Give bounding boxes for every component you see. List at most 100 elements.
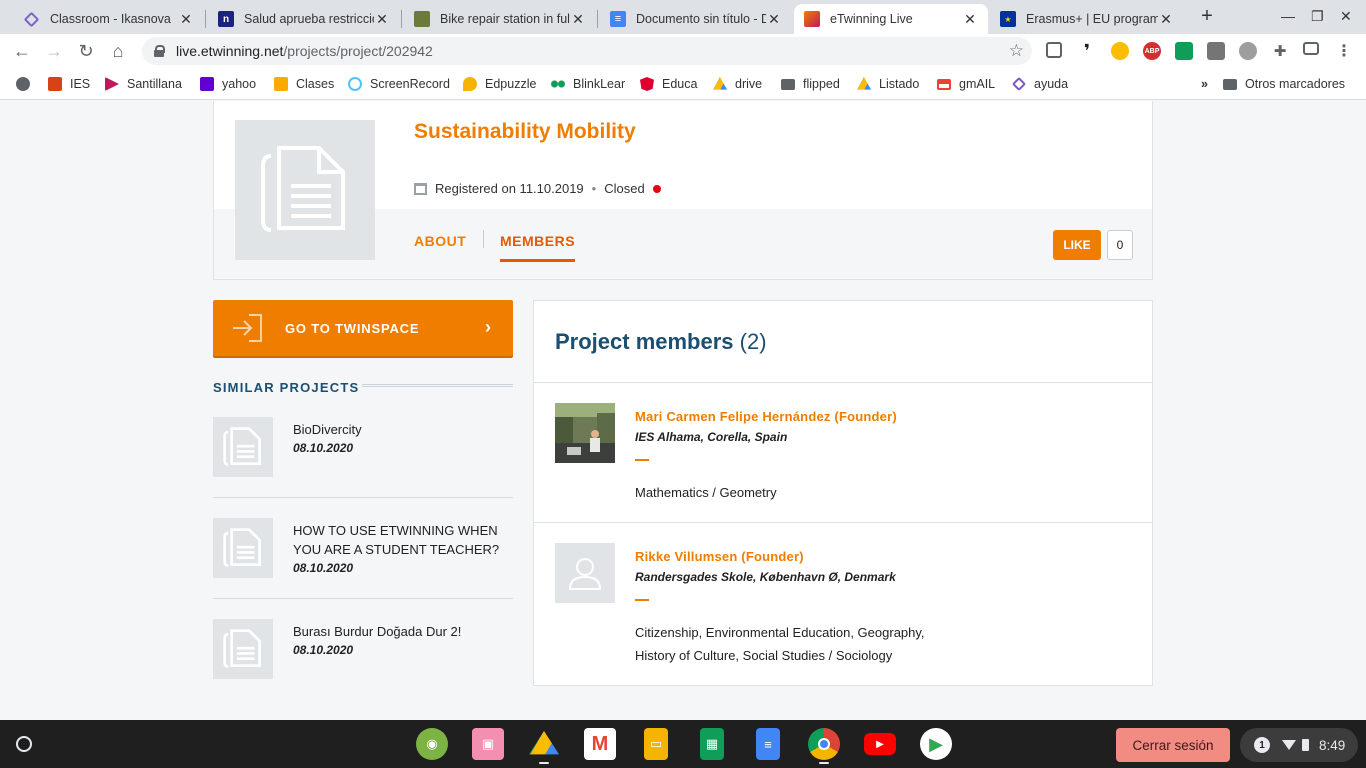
minimize-icon[interactable]: — xyxy=(1281,8,1295,24)
avatar[interactable] xyxy=(555,403,615,463)
new-tab-button[interactable]: + xyxy=(1196,5,1218,27)
bookmark-star-icon[interactable]: ☆ xyxy=(1009,41,1024,61)
similar-project-thumbnail xyxy=(213,417,273,477)
notification-count: 1 xyxy=(1254,737,1270,753)
other-bookmarks-folder[interactable]: Otros marcadores xyxy=(1223,75,1345,93)
address-bar[interactable]: live.etwinning.net/projects/project/2029… xyxy=(142,37,1032,65)
menu-kebab-icon[interactable]: ⋮ xyxy=(1335,42,1353,60)
wifi-icon xyxy=(1282,740,1296,750)
similar-project-name[interactable]: HOW TO USE ETWINNING WHEN YOU ARE A STUD… xyxy=(293,521,503,578)
url-host: live.etwinning.net xyxy=(176,43,284,59)
tab-classroom[interactable]: Classroom - Ikasnova ✕ xyxy=(14,4,204,34)
battery-icon xyxy=(1302,739,1309,751)
forward-icon[interactable]: → xyxy=(43,40,65,62)
similar-project-date: 08.10.2020 xyxy=(293,561,354,575)
like-button[interactable]: LIKE xyxy=(1053,230,1101,260)
tab-title: Erasmus+ | EU programm xyxy=(1026,12,1158,26)
close-icon[interactable]: ✕ xyxy=(570,11,586,28)
similar-project-thumbnail xyxy=(213,619,273,679)
tab-about[interactable]: ABOUT xyxy=(414,233,466,249)
extensions-puzzle-icon[interactable]: ✚ xyxy=(1271,42,1289,60)
chrome-app-icon[interactable] xyxy=(808,728,840,760)
folder-icon xyxy=(1223,78,1237,90)
bookmark-blinklear[interactable]: BlinkLear xyxy=(551,75,625,93)
eye-app-icon[interactable]: ◉ xyxy=(416,728,448,760)
youtube-app-icon[interactable]: ▶ xyxy=(864,733,896,755)
bookmark-clases[interactable]: Clases xyxy=(274,75,334,93)
tab-title: Classroom - Ikasnova xyxy=(50,12,171,26)
dots-icon xyxy=(551,77,565,91)
bookmark-edpuzzle[interactable]: Edpuzzle xyxy=(463,75,536,93)
members-heading: Project members (2) xyxy=(555,329,767,355)
tab-separator xyxy=(401,10,402,28)
member-photo xyxy=(555,403,615,463)
image-icon xyxy=(414,11,430,27)
cast-icon[interactable] xyxy=(1303,42,1319,55)
close-icon[interactable]: ✕ xyxy=(178,11,194,28)
sheets-app-icon[interactable]: ▦ xyxy=(700,728,724,760)
bookmark-screenrecord[interactable]: ScreenRecord xyxy=(348,75,450,93)
similar-project-name[interactable]: Burası Burdur Doğada Dur 2! 08.10.2020 xyxy=(293,622,503,660)
adblock-icon[interactable]: ABP xyxy=(1143,42,1161,60)
close-icon[interactable]: ✕ xyxy=(1158,11,1174,28)
document-icon xyxy=(261,146,345,232)
document-icon xyxy=(223,528,261,567)
close-window-icon[interactable]: ✕ xyxy=(1340,8,1352,25)
close-icon[interactable]: ✕ xyxy=(962,11,978,28)
ies-icon xyxy=(48,77,62,91)
screencast-app-icon[interactable]: ▣ xyxy=(472,728,504,760)
launcher-icon[interactable] xyxy=(16,736,32,752)
similar-project-thumbnail xyxy=(213,518,273,578)
tab-etwinning[interactable]: eTwinning Live ✕ xyxy=(794,4,988,34)
close-icon[interactable]: ✕ xyxy=(766,11,782,28)
slides-app-icon[interactable]: ▭ xyxy=(644,728,668,760)
docs-app-icon[interactable]: ≡ xyxy=(756,728,780,760)
tab-documento[interactable]: ≡ Documento sin título - D ✕ xyxy=(600,4,792,34)
user-placeholder-icon xyxy=(568,558,602,590)
gmail-app-icon[interactable]: M xyxy=(584,728,616,760)
drive-app-icon[interactable] xyxy=(528,728,560,760)
yahoo-icon xyxy=(200,77,214,91)
member-name[interactable]: Mari Carmen Felipe Hernández (Founder) xyxy=(635,409,897,424)
back-icon[interactable]: ← xyxy=(11,40,33,62)
apple-extension-icon[interactable] xyxy=(1239,42,1257,60)
member-school: IES Alhama, Corella, Spain xyxy=(635,430,788,444)
tab-erasmus[interactable]: ★ Erasmus+ | EU programm ✕ xyxy=(990,4,1184,34)
reading-list-icon[interactable] xyxy=(1046,42,1062,58)
screen-extension-icon[interactable] xyxy=(1207,42,1225,60)
quote-extension-icon[interactable]: ❜ xyxy=(1078,41,1096,61)
close-icon[interactable]: ✕ xyxy=(374,11,390,28)
bookmark-globe[interactable] xyxy=(16,75,38,93)
tab-salud[interactable]: n Salud aprueba restriccio ✕ xyxy=(208,4,400,34)
bookmark-educa[interactable]: Educa xyxy=(640,75,697,93)
bookmark-drive[interactable]: drive xyxy=(713,75,762,93)
sign-out-button[interactable]: Cerrar sesión xyxy=(1116,728,1230,762)
bookmark-ayuda[interactable]: ayuda xyxy=(1011,75,1068,93)
browser-toolbar: ← → ↻ ⌂ live.etwinning.net/projects/proj… xyxy=(0,34,1366,68)
go-to-twinspace-button[interactable]: GO TO TWINSPACE › xyxy=(213,300,513,356)
reload-icon[interactable]: ↻ xyxy=(75,40,97,62)
bookmark-flipped[interactable]: flipped xyxy=(781,75,840,93)
classroom-extension-icon[interactable] xyxy=(1175,42,1193,60)
tab-members[interactable]: MEMBERS xyxy=(500,233,576,262)
tab-bike-repair[interactable]: Bike repair station in full ✕ xyxy=(404,4,596,34)
bookmark-gmail[interactable]: gmAIL xyxy=(937,75,995,93)
restore-icon[interactable]: ❐ xyxy=(1311,8,1324,25)
member-dash xyxy=(635,459,649,461)
bookmark-santillana[interactable]: Santillana xyxy=(105,75,182,93)
members-count: (2) xyxy=(739,329,767,354)
member-subjects: Citizenship, Environmental Education, Ge… xyxy=(635,625,925,663)
home-icon[interactable]: ⌂ xyxy=(107,40,129,62)
bookmarks-bar: IES Santillana yahoo Clases ScreenRecord… xyxy=(0,68,1366,100)
bookmark-label: yahoo xyxy=(222,77,257,91)
status-tray[interactable]: 1 8:49 xyxy=(1240,728,1358,762)
avatar[interactable] xyxy=(555,543,615,603)
more-bookmarks-button[interactable]: » xyxy=(1201,75,1208,93)
bookmark-ies[interactable]: IES xyxy=(48,75,90,93)
member-name[interactable]: Rikke Villumsen (Founder) xyxy=(635,549,804,564)
extension-icon[interactable] xyxy=(1111,42,1129,60)
bookmark-yahoo[interactable]: yahoo xyxy=(200,75,256,93)
play-store-app-icon[interactable]: ▶ xyxy=(920,728,952,760)
similar-project-name[interactable]: BioDivercity 08.10.2020 xyxy=(293,420,503,458)
bookmark-listado[interactable]: Listado xyxy=(857,75,919,93)
